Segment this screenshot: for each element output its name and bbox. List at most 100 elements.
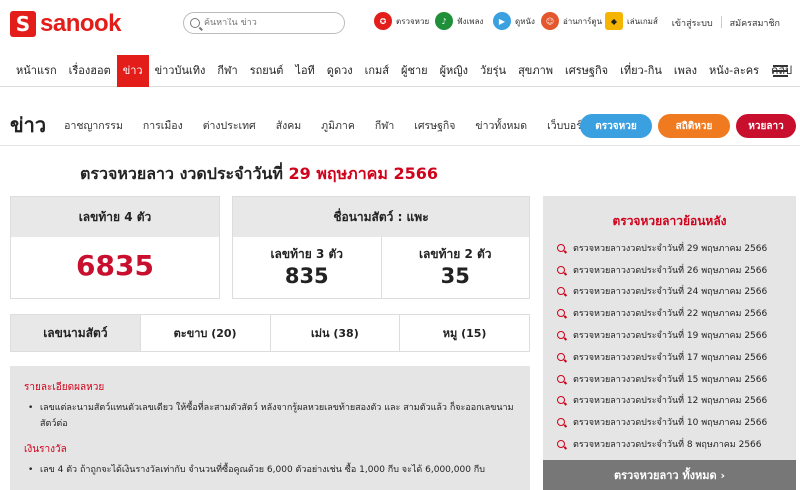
subnav-region[interactable]: ภูมิภาค — [321, 117, 355, 134]
history-item[interactable]: ตรวจหวยลาวงวดประจำวันที่ 8 พฤษภาคม 2566 — [543, 433, 796, 455]
history-link[interactable]: ตรวจหวยลาวงวดประจำวันที่ 17 พฤษภาคม 2566 — [573, 350, 767, 364]
play-icon: ▶ — [493, 12, 511, 30]
history-item[interactable]: ตรวจหวยลาวงวดประจำวันที่ 10 พฤษภาคม 2566 — [543, 411, 796, 433]
four-digit-box: เลขท้าย 4 ตัว 6835 — [10, 196, 220, 299]
lottery-stats-button[interactable]: สถิติหวย — [658, 114, 730, 138]
history-item[interactable]: ตรวจหวยลาวงวดประจำวันที่ 22 พฤษภาคม 2566 — [543, 302, 796, 324]
history-link[interactable]: ตรวจหวยลาวงวดประจำวันที่ 22 พฤษภาคม 2566 — [573, 306, 767, 320]
top-header: S sanook ✪ ตรวจหวย ♪ ฟังเพลง ▶ ดูหนัง ☺ … — [0, 0, 800, 50]
search-box[interactable] — [183, 12, 345, 34]
nav-movies[interactable]: หนัง-ละคร — [703, 55, 765, 87]
subnav-politics[interactable]: การเมือง — [143, 117, 183, 134]
animal-row: เลขนามสัตว์ ตะขาบ (20) เม่น (38) หมู (15… — [10, 314, 530, 352]
nav-men[interactable]: ผู้ชาย — [395, 55, 434, 87]
search-icon — [190, 18, 200, 28]
auth-links: เข้าสู่ระบบ สมัครสมาชิก — [664, 16, 788, 30]
search-icon — [557, 265, 565, 274]
nav-it[interactable]: ไอที — [289, 55, 320, 87]
title-date: 29 พฤษภาคม 2566 — [288, 164, 439, 183]
search-icon — [557, 374, 565, 383]
history-link[interactable]: ตรวจหวยลาวงวดประจำวันที่ 19 พฤษภาคม 2566 — [573, 328, 767, 342]
search-icon — [557, 418, 565, 427]
subnav-world[interactable]: ต่างประเทศ — [203, 117, 256, 134]
four-digit-value: 6835 — [76, 249, 154, 282]
animal-item: เม่น (38) — [269, 315, 400, 351]
history-item[interactable]: ตรวจหวยลาวงวดประจำวันที่ 19 พฤษภาคม 2566 — [543, 324, 796, 346]
history-link[interactable]: ตรวจหวยลาวงวดประจำวันที่ 8 พฤษภาคม 2566 — [573, 437, 762, 451]
quick-link-movie[interactable]: ▶ ดูหนัง — [493, 12, 535, 30]
nav-travel[interactable]: เที่ยว-กิน — [614, 55, 668, 87]
nav-horoscope[interactable]: ดูดวง — [321, 55, 359, 87]
two-digit-label: เลขท้าย 2 ตัว — [418, 247, 492, 261]
lao-lottery-button[interactable]: หวยลาว — [736, 114, 796, 138]
prize-text: เลข 4 ตัว ถ้าถูกจะได้เงินรางวัลเท่ากับ จ… — [24, 462, 516, 478]
nav-news[interactable]: ข่าว — [116, 54, 149, 87]
quick-link-cartoon[interactable]: ☺ อ่านการ์ตูน — [541, 12, 602, 30]
quick-link-label: ตรวจหวย — [396, 16, 430, 26]
details-heading: รายละเอียดผลหวย — [24, 382, 105, 393]
logo-mark: S — [10, 11, 36, 37]
three-digit-cell: เลขท้าย 3 ตัว 835 — [233, 237, 382, 298]
history-link[interactable]: ตรวจหวยลาวงวดประจำวันที่ 26 พฤษภาคม 2566 — [573, 263, 767, 277]
check-lottery-button[interactable]: ตรวจหวย — [580, 114, 652, 138]
history-item[interactable]: ตรวจหวยลาวงวดประจำวันที่ 24 พฤษภาคม 2566 — [543, 281, 796, 303]
sanook-logo[interactable]: S sanook — [10, 10, 122, 38]
history-link[interactable]: ตรวจหวยลาวงวดประจำวันที่ 24 พฤษภาคม 2566 — [573, 284, 767, 298]
subnav-society[interactable]: สังคม — [276, 117, 301, 134]
page-title: ตรวจหวยลาว งวดประจำวันที่ 29 พฤษภาคม 256… — [80, 162, 438, 187]
history-link[interactable]: ตรวจหวยลาวงวดประจำวันที่ 10 พฤษภาคม 2566 — [573, 415, 767, 429]
login-link[interactable]: เข้าสู่ระบบ — [664, 16, 721, 30]
quick-link-label: อ่านการ์ตูน — [563, 16, 603, 26]
two-digit-value: 35 — [440, 264, 470, 288]
history-item[interactable]: ตรวจหวยลาวงวดประจำวันที่ 17 พฤษภาคม 2566 — [543, 346, 796, 368]
logo-text: sanook — [40, 10, 122, 37]
sidebar-heading: ตรวจหวยลาวย้อนหลัง — [612, 214, 727, 228]
nav-hot[interactable]: เรื่องฮอต — [63, 55, 117, 87]
nav-home[interactable]: หน้าแรก — [10, 55, 63, 87]
nav-entertainment[interactable]: ข่าวบันเทิง — [149, 55, 212, 87]
nav-music[interactable]: เพลง — [668, 55, 703, 87]
three-digit-label: เลขท้าย 3 ตัว — [270, 247, 344, 261]
history-link[interactable]: ตรวจหวยลาวงวดประจำวันที่ 12 พฤษภาคม 2566 — [573, 393, 767, 407]
two-digit-cell: เลขท้าย 2 ตัว 35 — [382, 237, 530, 298]
nav-games[interactable]: เกมส์ — [359, 55, 395, 87]
register-link[interactable]: สมัครสมาชิก — [722, 16, 788, 30]
search-input[interactable] — [204, 18, 334, 28]
nav-teen[interactable]: วัยรุ่น — [474, 55, 512, 87]
search-icon — [557, 331, 565, 340]
history-link[interactable]: ตรวจหวยลาวงวดประจำวันที่ 29 พฤษภาคม 2566 — [573, 241, 767, 255]
music-icon: ♪ — [435, 12, 453, 30]
history-link[interactable]: ตรวจหวยลาวงวดประจำวันที่ 15 พฤษภาคม 2566 — [573, 372, 767, 386]
quick-link-label: ฟังเพลง — [457, 16, 484, 26]
history-item[interactable]: ตรวจหวยลาวงวดประจำวันที่ 26 พฤษภาคม 2566 — [543, 259, 796, 281]
quick-link-lottery[interactable]: ✪ ตรวจหวย — [374, 12, 429, 30]
search-icon — [557, 243, 565, 252]
quick-link-music[interactable]: ♪ ฟังเพลง — [435, 12, 483, 30]
animal-row-label: เลขนามสัตว์ — [11, 315, 140, 351]
animal-name-label: ชื่อนามสัตว์ : แพะ — [233, 197, 529, 237]
all-lao-lottery-button[interactable]: ตรวจหวยลาว ทั้งหมด › — [543, 460, 796, 490]
subnav-crime[interactable]: อาชญากรรม — [64, 117, 123, 134]
history-item[interactable]: ตรวจหวยลาวงวดประจำวันที่ 29 พฤษภาคม 2566 — [543, 237, 796, 259]
nav-auto[interactable]: รถยนต์ — [244, 55, 290, 87]
nav-economy[interactable]: เศรษฐกิจ — [559, 55, 614, 87]
nav-women[interactable]: ผู้หญิง — [434, 55, 474, 87]
history-item[interactable]: ตรวจหวยลาวงวดประจำวันที่ 12 พฤษภาคม 2566 — [543, 390, 796, 412]
section-title: ข่าว — [10, 113, 47, 137]
subnav-economy[interactable]: เศรษฐกิจ — [414, 117, 455, 134]
history-sidebar: ตรวจหวยลาวย้อนหลัง ตรวจหวยลาวงวดประจำวัน… — [543, 196, 796, 490]
menu-icon[interactable] — [773, 65, 788, 77]
subnav-all-news[interactable]: ข่าวทั้งหมด — [475, 117, 527, 134]
cartoon-icon: ☺ — [541, 12, 559, 30]
search-icon — [557, 396, 565, 405]
search-icon — [557, 352, 565, 361]
quick-link-game[interactable]: ◆ เล่นเกมส์ — [605, 12, 658, 30]
three-digit-value: 835 — [284, 264, 329, 288]
lottery-icon: ✪ — [374, 12, 392, 30]
nav-health[interactable]: สุขภาพ — [512, 55, 559, 87]
nav-sport[interactable]: กีฬา — [211, 55, 243, 87]
subnav-sport[interactable]: กีฬา — [375, 117, 394, 134]
quick-link-label: เล่นเกมส์ — [627, 16, 658, 26]
history-item[interactable]: ตรวจหวยลาวงวดประจำวันที่ 15 พฤษภาคม 2566 — [543, 368, 796, 390]
lottery-details: รายละเอียดผลหวย เลขแต่ละนามสัตว์แทนตัวเล… — [10, 366, 530, 490]
